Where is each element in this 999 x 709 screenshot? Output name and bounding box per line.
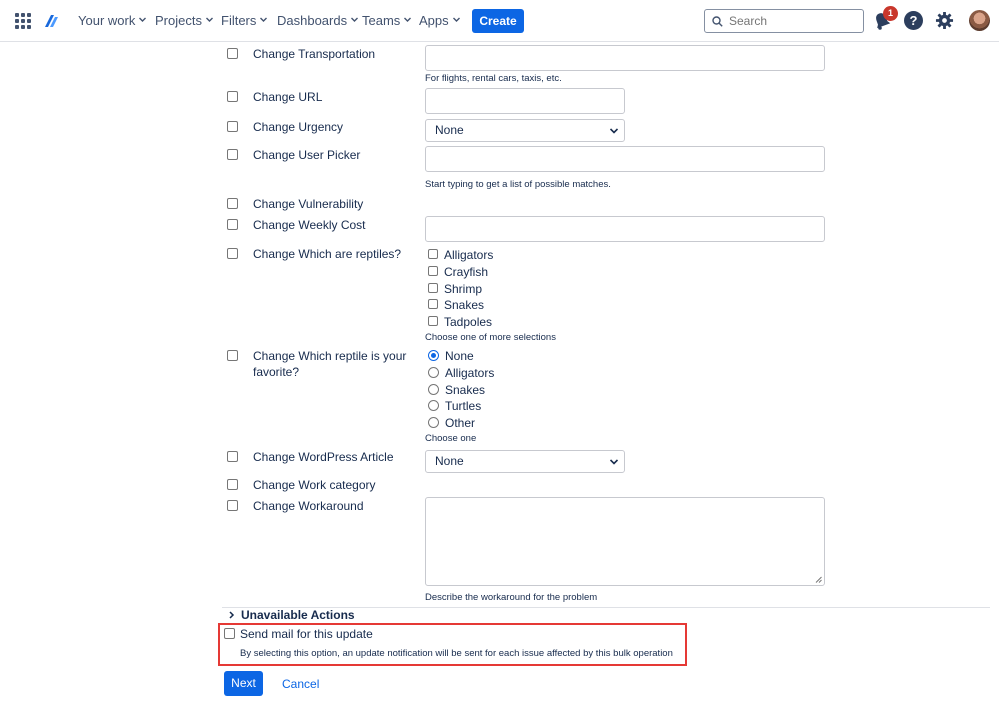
change-work-category-checkbox[interactable] (227, 479, 238, 490)
nav-projects[interactable]: Projects (155, 12, 213, 30)
change-which-are-reptiles-checkbox[interactable] (227, 248, 238, 259)
favorite-option-snakes-label: Snakes (445, 383, 486, 397)
chevron-down-icon (610, 128, 618, 134)
nav-apps-label: Apps (419, 13, 449, 28)
favorite-option-other-radio[interactable] (428, 417, 439, 428)
favorite-option-alligators-label: Alligators (445, 366, 495, 380)
next-button[interactable]: Next (224, 671, 263, 696)
favorite-option-other-label: Other (445, 416, 476, 430)
nav-filters-label: Filters (221, 13, 257, 28)
change-weekly-cost-label: Change Weekly Cost (253, 218, 366, 232)
change-wordpress-article-label: Change WordPress Article (253, 450, 394, 464)
favorite-option-none-radio[interactable] (428, 350, 439, 361)
user-picker-input[interactable] (425, 146, 825, 172)
chevron-down-icon (610, 459, 618, 465)
change-vulnerability-checkbox[interactable] (227, 198, 238, 209)
favorite-option-snakes-radio[interactable] (428, 384, 439, 395)
change-url-checkbox[interactable] (227, 91, 238, 102)
change-urgency-checkbox[interactable] (227, 121, 238, 132)
top-navigation: Your work Projects Filters Dashboards Te… (0, 0, 999, 42)
wordpress-article-select-value: None (435, 454, 464, 468)
reptiles-option-shrimp-label: Shrimp (444, 282, 483, 296)
resize-grip-icon[interactable] (815, 576, 822, 583)
reptiles-option-tadpoles-checkbox[interactable] (428, 316, 438, 326)
create-button[interactable]: Create (472, 9, 524, 33)
reptiles-option-alligators-label: Alligators (444, 248, 494, 262)
url-input[interactable] (425, 88, 625, 114)
chevron-down-icon (452, 17, 460, 22)
unavailable-actions-toggle[interactable]: Unavailable Actions (228, 608, 355, 623)
nav-projects-label: Projects (155, 13, 202, 28)
favorite-option-turtles-label: Turtles (445, 399, 482, 413)
reptiles-option-crayfish-label: Crayfish (444, 265, 489, 279)
change-urgency-label: Change Urgency (253, 120, 344, 134)
wordpress-article-select[interactable]: None (425, 450, 625, 473)
user-picker-help: Start typing to get a list of possible m… (425, 179, 611, 190)
change-user-picker-checkbox[interactable] (227, 149, 238, 160)
workaround-help: Describe the workaround for the problem (425, 592, 598, 603)
favorite-option-none-label: None (445, 349, 474, 363)
chevron-down-icon (260, 17, 268, 22)
avatar[interactable] (969, 10, 990, 31)
change-user-picker-label: Change User Picker (253, 148, 361, 162)
nav-filters[interactable]: Filters (221, 12, 268, 30)
favorite-option-alligators-radio[interactable] (428, 367, 439, 378)
app-switcher-grid-icon[interactable] (15, 13, 31, 29)
change-url-label: Change URL (253, 90, 323, 104)
reptiles-option-crayfish-checkbox[interactable] (428, 266, 438, 276)
nav-teams-label: Teams (362, 13, 401, 28)
send-mail-help: By selecting this option, an update noti… (240, 648, 673, 659)
change-transportation-checkbox[interactable] (227, 48, 238, 59)
chevron-right-icon (229, 611, 235, 619)
transportation-help: For flights, rental cars, taxis, etc. (425, 73, 562, 84)
urgency-select-value: None (435, 123, 464, 137)
change-weekly-cost-checkbox[interactable] (227, 219, 238, 230)
chevron-down-icon (404, 17, 412, 22)
nav-dashboards-label: Dashboards (277, 13, 348, 28)
jira-logo-icon[interactable] (42, 12, 60, 30)
nav-teams[interactable]: Teams (362, 12, 412, 30)
help-icon[interactable]: ? (904, 11, 923, 30)
change-work-category-label: Change Work category (253, 478, 376, 492)
chevron-down-icon (351, 17, 359, 22)
change-workaround-label: Change Workaround (253, 499, 364, 513)
urgency-select[interactable]: None (425, 119, 625, 142)
favorite-reptile-help: Choose one (425, 433, 477, 444)
change-transportation-label: Change Transportation (253, 47, 376, 61)
reptiles-option-shrimp-checkbox[interactable] (428, 283, 438, 293)
change-which-are-reptiles-label: Change Which are reptiles? (253, 247, 402, 261)
reptiles-option-snakes-checkbox[interactable] (428, 299, 438, 309)
change-favorite-reptile-label-line1: Change Which reptile is your (253, 349, 407, 363)
reptiles-option-snakes-label: Snakes (444, 298, 485, 312)
reptiles-help: Choose one of more selections (425, 332, 556, 343)
chevron-down-icon (139, 17, 147, 22)
favorite-option-turtles-radio[interactable] (428, 400, 439, 411)
search-input[interactable] (729, 13, 859, 29)
notification-badge: 1 (883, 6, 898, 21)
unavailable-actions-label: Unavailable Actions (241, 608, 355, 622)
search-box[interactable] (704, 9, 864, 33)
workaround-textarea[interactable] (425, 497, 825, 586)
weekly-cost-input[interactable] (425, 216, 825, 242)
change-workaround-checkbox[interactable] (227, 500, 238, 511)
gear-icon[interactable] (935, 11, 954, 30)
change-favorite-reptile-checkbox[interactable] (227, 350, 238, 361)
cancel-link[interactable]: Cancel (282, 676, 319, 692)
nav-your-work[interactable]: Your work (78, 12, 147, 30)
reptiles-option-alligators-checkbox[interactable] (428, 249, 438, 259)
search-icon (712, 16, 723, 27)
nav-dashboards[interactable]: Dashboards (277, 12, 359, 30)
send-mail-label: Send mail for this update (240, 627, 373, 641)
nav-your-work-label: Your work (78, 13, 136, 28)
change-favorite-reptile-label-line2: favorite? (253, 365, 300, 379)
nav-apps[interactable]: Apps (419, 12, 460, 30)
change-wordpress-article-checkbox[interactable] (227, 451, 238, 462)
change-vulnerability-label: Change Vulnerability (253, 197, 364, 211)
reptiles-option-tadpoles-label: Tadpoles (444, 315, 493, 329)
send-mail-checkbox[interactable] (224, 628, 235, 639)
chevron-down-icon (205, 17, 213, 22)
transportation-input[interactable] (425, 45, 825, 71)
